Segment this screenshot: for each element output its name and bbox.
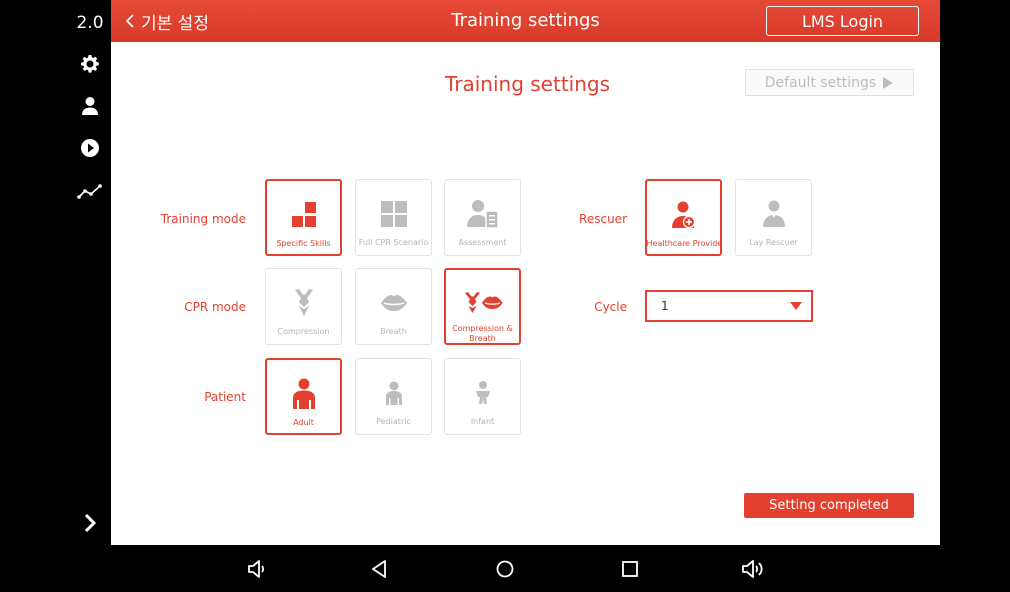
cpr-mode-label: CPR mode <box>184 300 246 314</box>
lms-login-button[interactable]: LMS Login <box>766 6 919 36</box>
person-icon[interactable] <box>70 91 110 121</box>
version-label: 2.0 <box>76 13 104 33</box>
recents-square-icon[interactable] <box>617 556 643 582</box>
tile-compression[interactable]: Compression <box>265 268 342 345</box>
patient-label: Patient <box>204 390 246 404</box>
tile-caption: Infant <box>470 417 495 426</box>
lips-icon <box>380 287 408 319</box>
child-person-icon <box>384 377 404 409</box>
cycle-label: Cycle <box>594 300 627 314</box>
tile-caption: Compression & Breath <box>452 324 513 343</box>
default-settings-label: Default settings <box>764 74 877 91</box>
tile-specific-skills[interactable]: Specific Skills <box>265 179 342 256</box>
left-rail: 2.0 <box>0 0 111 545</box>
tile-adult[interactable]: Adult <box>265 358 342 435</box>
default-settings-button[interactable]: Default settings <box>745 69 914 96</box>
tile-caption: Lay Rescuer <box>749 238 798 247</box>
lay-person-icon <box>762 198 786 230</box>
chevron-right-icon[interactable] <box>70 508 110 538</box>
volume-down-icon[interactable] <box>244 556 270 582</box>
tile-caption: Assessment <box>458 238 507 247</box>
tile-caption: Adult <box>293 418 314 427</box>
tile-full-cpr-scenario[interactable]: Full CPR Scenario <box>355 179 432 256</box>
compression-breath-icon <box>463 288 503 318</box>
rescuer-label: Rescuer <box>579 212 627 226</box>
grid-icon <box>380 198 408 230</box>
tile-pediatric[interactable]: Pediatric <box>355 358 432 435</box>
training-mode-label: Training mode <box>160 212 246 226</box>
tile-caption: Healthcare Provider <box>646 239 721 248</box>
play-triangle-icon <box>883 76 894 89</box>
compression-hands-icon <box>292 287 316 319</box>
app-window: 2.0 기본 설정 Training settings LMS Login Tr… <box>0 0 1010 592</box>
main-panel: Training settings Default settings Train… <box>111 42 940 545</box>
gear-icon[interactable] <box>70 49 110 79</box>
tile-infant[interactable]: Infant <box>444 358 521 435</box>
home-circle-icon[interactable] <box>492 556 518 582</box>
back-triangle-icon[interactable] <box>366 556 392 582</box>
infant-icon <box>473 377 493 409</box>
medic-person-icon <box>671 199 697 231</box>
chart-line-icon[interactable] <box>70 176 110 206</box>
cycle-select[interactable]: 1 <box>645 290 813 322</box>
system-nav-bar <box>0 545 1010 592</box>
assessment-person-icon <box>466 198 499 230</box>
tile-caption: Specific Skills <box>276 239 331 248</box>
tile-lay-rescuer[interactable]: Lay Rescuer <box>735 179 812 256</box>
blocks-icon <box>290 199 318 231</box>
tile-caption: Full CPR Scenario <box>358 238 429 247</box>
tile-caption: Pediatric <box>376 417 411 426</box>
header-bar: 기본 설정 Training settings LMS Login <box>111 0 940 42</box>
play-icon[interactable] <box>70 133 110 163</box>
tile-caption: Breath <box>380 327 407 336</box>
adult-person-icon <box>291 378 317 410</box>
tile-breath[interactable]: Breath <box>355 268 432 345</box>
dropdown-arrow-icon <box>790 302 802 310</box>
volume-up-icon[interactable] <box>740 556 766 582</box>
tile-caption: Compression <box>277 327 330 336</box>
cycle-value: 1 <box>661 299 669 313</box>
setting-completed-button[interactable]: Setting completed <box>744 493 914 518</box>
tile-healthcare-provider[interactable]: Healthcare Provider <box>645 179 722 256</box>
